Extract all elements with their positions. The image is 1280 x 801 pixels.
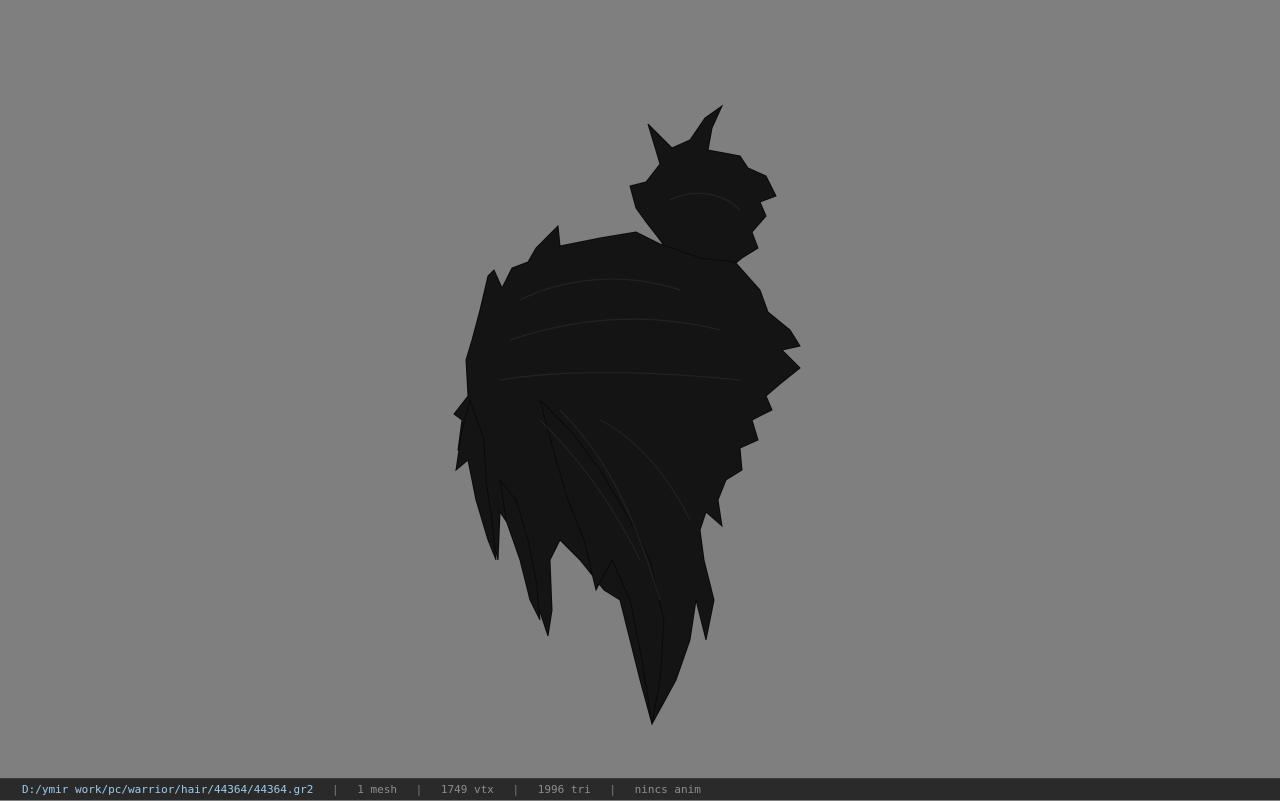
anim-info: nincs anim [634,783,701,796]
triangle-count: 1996 tri [537,783,591,796]
separator: | [332,783,339,796]
hair-model-icon[interactable] [0,0,1280,778]
mesh-count: 1 mesh [357,783,398,796]
status-bar: D:/ymir work/pc/warrior/hair/44364/44364… [0,778,1280,800]
separator: | [415,783,423,796]
separator: | [609,783,616,796]
vertex-count: 1749 vtx [440,783,494,796]
3d-viewport[interactable] [0,0,1280,778]
separator: | [512,783,520,796]
file-path: D:/ymir work/pc/warrior/hair/44364/44364… [22,783,314,796]
